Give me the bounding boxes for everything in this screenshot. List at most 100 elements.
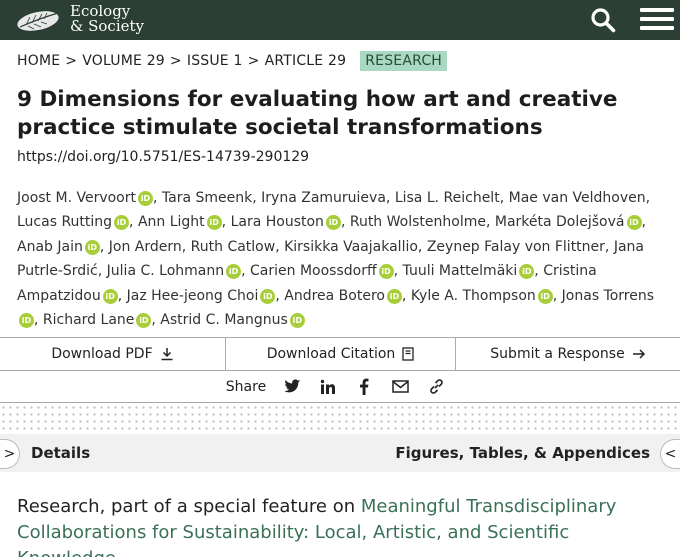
author-name[interactable]: Jonas Torrens <box>562 288 654 304</box>
author-item: Ann Light iD <box>138 214 222 231</box>
orcid-icon[interactable]: iD <box>626 215 642 231</box>
article-title: 9 Dimensions for evaluating how art and … <box>17 87 618 140</box>
linkedin-icon[interactable] <box>318 377 338 397</box>
author-item: Lara Houston iD <box>231 214 341 231</box>
author-name[interactable]: Ruth Wolstenholme <box>350 214 486 230</box>
chevron-right-icon: > <box>3 446 16 462</box>
author-name[interactable]: Markéta Dolejšová <box>495 214 625 230</box>
orcid-icon[interactable]: iD <box>378 264 394 280</box>
author-name[interactable]: Tara Smeenk <box>162 190 252 206</box>
orcid-icon[interactable]: iD <box>289 313 305 329</box>
author-item: Jon Ardern <box>109 239 182 255</box>
tab-figures-tables-appendices[interactable]: Figures, Tables, & Appendices <box>395 444 650 462</box>
twitter-icon[interactable] <box>282 377 302 397</box>
download-pdf-label: Download PDF <box>51 346 153 362</box>
email-icon[interactable] <box>390 377 410 397</box>
download-pdf-button[interactable]: Download PDF <box>0 338 226 370</box>
orcid-icon[interactable]: iD <box>226 264 242 280</box>
orcid-icon[interactable]: iD <box>386 288 402 304</box>
download-icon <box>161 348 173 361</box>
author-name[interactable]: Andrea Botero <box>284 288 385 304</box>
search-icon[interactable] <box>590 7 616 33</box>
breadcrumb-separator: > <box>65 53 78 69</box>
author-list: Joost M. Vervoort iD, Tara Smeenk, Iryna … <box>17 190 655 329</box>
submit-response-button[interactable]: Submit a Response <box>456 338 680 370</box>
feather-logo-icon <box>17 11 59 31</box>
breadcrumb: HOME > VOLUME 29 > ISSUE 1 > ARTICLE 29 … <box>17 50 448 72</box>
author-name[interactable]: Iryna Zamuruieva <box>261 190 386 206</box>
site-logo[interactable]: Ecology & Society <box>14 3 144 35</box>
author-item: Anab Jain iD <box>17 239 100 255</box>
share-bar: Share <box>0 371 680 403</box>
facebook-icon[interactable] <box>354 377 374 397</box>
author-item: Astrid C. Mangnus iD <box>160 312 305 329</box>
breadcrumb-separator: > <box>247 53 260 69</box>
special-feature-prefix: Research, part of a special feature on <box>17 496 361 517</box>
menu-bar <box>640 17 674 21</box>
author-name[interactable]: Jaz Hee-jeong Choi <box>127 288 259 304</box>
doi-link[interactable]: https://doi.org/10.5751/ES-14739-290129 <box>17 149 309 165</box>
author-item: Kyle A. Thompson iD <box>411 288 553 304</box>
author-item: Tuuli Mattelmäki iD <box>403 263 535 280</box>
orcid-icon[interactable]: iD <box>102 288 118 304</box>
link-icon[interactable] <box>426 377 446 397</box>
menu-bar <box>640 26 674 30</box>
breadcrumb-volume[interactable]: VOLUME 29 <box>82 53 165 69</box>
author-name[interactable]: Richard Lane <box>43 312 134 328</box>
breadcrumb-article[interactable]: ARTICLE 29 <box>265 53 347 69</box>
orcid-icon[interactable]: iD <box>260 288 276 304</box>
orcid-icon[interactable]: iD <box>537 288 553 304</box>
download-citation-button[interactable]: Download Citation <box>226 338 456 370</box>
author-name[interactable]: Julia C. Lohmann <box>107 263 224 279</box>
orcid-icon[interactable]: iD <box>206 215 222 231</box>
orcid-icon[interactable]: iD <box>19 313 34 329</box>
chevron-left-icon: < <box>664 446 677 462</box>
author-name[interactable]: Lisa L. Reichelt <box>395 190 500 206</box>
author-item: Andrea Botero iD <box>284 288 402 304</box>
breadcrumb-issue[interactable]: ISSUE 1 <box>187 53 243 69</box>
author-name[interactable]: Astrid C. Mangnus <box>160 312 287 328</box>
author-name[interactable]: Mae van Veldhoven <box>509 190 646 206</box>
author-item: Zeynep Falay von Flittner <box>427 239 605 255</box>
top-bar: Ecology & Society <box>0 0 680 40</box>
expand-figures-toggle[interactable]: < <box>660 439 680 469</box>
author-name[interactable]: Zeynep Falay von Flittner <box>427 239 605 255</box>
author-item: Lisa L. Reichelt <box>395 190 500 206</box>
breadcrumb-home[interactable]: HOME <box>17 53 60 69</box>
author-item: Ruth Catlow <box>191 239 276 255</box>
hamburger-menu-icon[interactable] <box>640 8 674 32</box>
logo-line-2: & Society <box>70 17 145 35</box>
author-item: Lucas Rutting iD <box>17 214 130 231</box>
author-item: Iryna Zamuruieva <box>261 190 386 206</box>
author-item: Jaz Hee-jeong Choi iD <box>127 288 276 304</box>
author-name[interactable]: Lara Houston <box>231 214 324 230</box>
author-name[interactable]: Kyle A. Thompson <box>411 288 536 304</box>
submit-response-label: Submit a Response <box>490 346 625 362</box>
orcid-icon[interactable]: iD <box>519 264 535 280</box>
tab-details[interactable]: Details <box>31 444 90 462</box>
author-name[interactable]: Tuuli Mattelmäki <box>403 263 518 279</box>
article-actions: Download PDF Download Citation Submit a … <box>0 337 680 371</box>
author-name[interactable]: Lucas Rutting <box>17 214 112 230</box>
author-item: Carien Moossdorff iD <box>250 263 394 280</box>
author-name[interactable]: Anab Jain <box>17 239 83 255</box>
orcid-icon[interactable]: iD <box>136 313 152 329</box>
author-item: Ruth Wolstenholme <box>350 214 486 230</box>
author-name[interactable]: Ann Light <box>138 214 205 230</box>
orcid-icon[interactable]: iD <box>84 239 100 255</box>
share-label: Share <box>225 378 267 395</box>
citation-document-icon <box>402 347 414 361</box>
author-name[interactable]: Kirsikka Vaajakallio <box>284 239 418 255</box>
orcid-icon[interactable]: iD <box>138 191 153 206</box>
arrow-right-icon <box>632 349 645 359</box>
orcid-icon[interactable]: iD <box>325 215 341 231</box>
logo-text: Ecology & Society <box>70 4 144 34</box>
download-citation-label: Download Citation <box>266 346 396 362</box>
author-name[interactable]: Jon Ardern <box>109 239 182 255</box>
menu-bar <box>640 8 674 12</box>
orcid-icon[interactable]: iD <box>114 215 130 231</box>
author-name[interactable]: Ruth Catlow <box>191 239 276 255</box>
author-name[interactable]: Joost M. Vervoort <box>17 190 136 206</box>
author-name[interactable]: Carien Moossdorff <box>250 263 377 279</box>
expand-details-toggle[interactable]: > <box>0 439 20 469</box>
